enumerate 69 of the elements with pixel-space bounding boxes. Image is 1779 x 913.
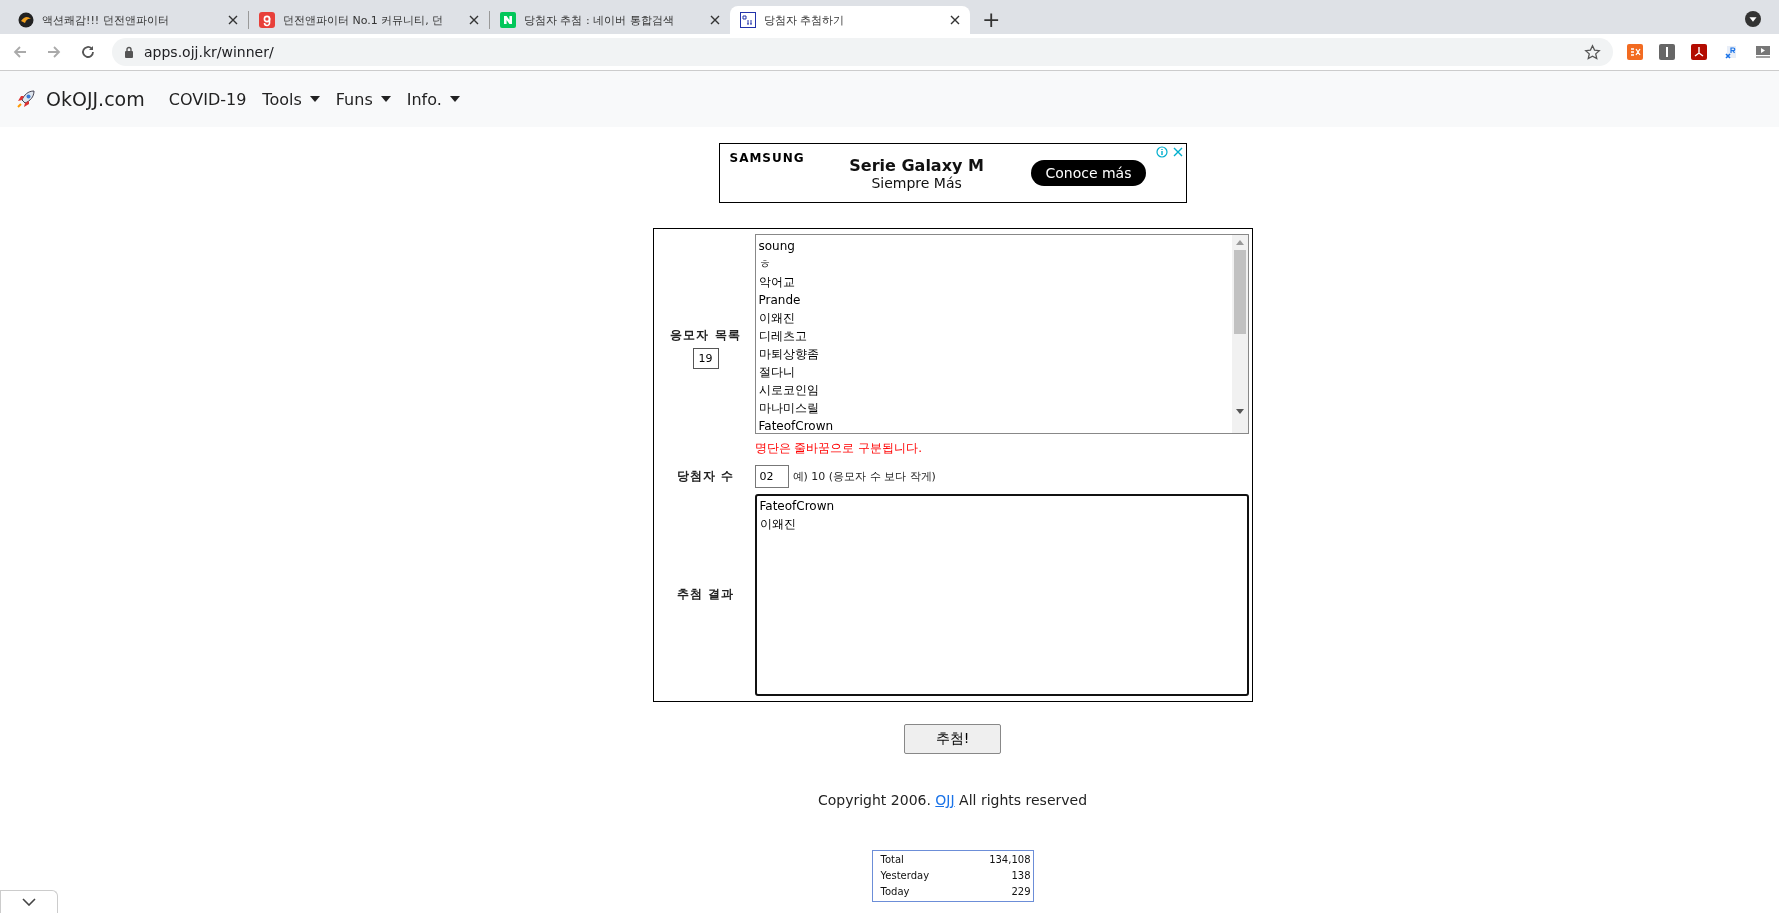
close-icon[interactable] <box>228 15 238 25</box>
pdf-icon[interactable] <box>1691 44 1707 60</box>
chevron-down-icon[interactable] <box>22 898 36 906</box>
nav-menu-item[interactable]: Funs <box>335 89 391 109</box>
list-entry: FateofCrown <box>758 418 835 433</box>
winners-count-field[interactable]: 02 <box>754 465 789 488</box>
ad-headline: Serie Galaxy M <box>849 155 984 175</box>
browser-tab[interactable]: 던전앤파이터 No.1 커뮤니티, 던 <box>249 6 489 34</box>
browser-tab[interactable]: 당첨자 추첨 : 네이버 통합검색 <box>490 6 730 34</box>
list-entry: 시로코인임 <box>758 382 820 399</box>
list-entry: soung <box>758 238 796 255</box>
copyright-text: All rights reserved <box>959 792 1088 808</box>
ad-cta-button[interactable]: Conoce más <box>1031 160 1146 186</box>
copyright-text: Copyright 2006. <box>817 792 931 808</box>
close-icon[interactable] <box>469 15 479 25</box>
stat-value: 134,108 <box>989 853 1031 867</box>
ad-subline: Siempre Más <box>871 174 962 191</box>
extension-icon[interactable] <box>1723 44 1739 60</box>
reload-icon[interactable] <box>80 44 96 60</box>
list-entry: 절다니 <box>758 364 796 381</box>
stat-label: Total <box>880 853 905 867</box>
url-text: apps.ojj.kr/winner/ <box>144 44 274 60</box>
field-label: 응모자 목록 <box>670 326 741 344</box>
list-entry: ㅎ <box>758 256 772 273</box>
list-entry: Prande <box>758 292 802 309</box>
hint-text: 명단은 줄바꿈으로 구분됩니다. <box>754 440 923 457</box>
ojj-link[interactable]: OJJ <box>935 792 955 808</box>
result-entry: 이왜진 <box>759 516 797 533</box>
nav-menu-item[interactable]: COVID-19 <box>168 89 247 109</box>
site-logo-text[interactable]: OkOJJ.com <box>46 88 145 110</box>
list-entry: 마나미스릴 <box>758 400 820 417</box>
stat-value: 229 <box>1010 885 1031 899</box>
ojj-logo-icon <box>740 12 756 28</box>
field-label: 당첨자 수 <box>676 468 735 485</box>
stat-label: Yesterday <box>880 869 931 883</box>
nav-menu-item[interactable]: Info. <box>406 89 460 109</box>
address-bar[interactable]: apps.ojj.kr/winner/ <box>112 38 1613 66</box>
caret-icon[interactable] <box>1745 11 1761 27</box>
lock-icon <box>124 46 134 58</box>
extension-icon[interactable] <box>1659 44 1675 60</box>
screen-icon[interactable] <box>1755 44 1771 60</box>
count-field[interactable]: 19 <box>692 347 719 369</box>
scroll-down-icon[interactable] <box>1235 409 1244 414</box>
new-tab-button[interactable]: + <box>970 6 1013 34</box>
result-textarea[interactable]: FateofCrown 이왜진 <box>754 494 1249 696</box>
nav-menu-item[interactable]: Tools <box>262 89 320 109</box>
close-icon[interactable] <box>710 15 720 25</box>
stat-value: 138 <box>1010 869 1031 883</box>
list-entry: 악어교 <box>758 274 796 291</box>
stat-label: Today <box>880 885 911 899</box>
example-text: 예) 10 (응모자 수 보다 작게) <box>792 469 936 484</box>
result-entry: FateofCrown <box>759 498 836 515</box>
letter-n-icon <box>500 12 516 28</box>
extension-icon[interactable] <box>1627 44 1643 60</box>
list-entry: 디레츠고 <box>758 328 808 345</box>
star-icon[interactable] <box>1584 43 1601 61</box>
close-icon[interactable] <box>950 15 960 25</box>
browser-tab[interactable]: 액션쾌감!!! 던전앤파이터 <box>8 6 248 34</box>
entrants-textarea[interactable]: soung ㅎ 악어교 Prande 이왜진 디레츠고 마퇴상향좀 절다니 시로코인임 마나미스릴 FateofCrown <box>754 234 1249 434</box>
site-logo-icon <box>259 12 275 28</box>
advertisement-banner[interactable]: SAMSUNG Serie Galaxy M Siempre Más Conoce más <box>718 143 1187 203</box>
list-entry: 이왜진 <box>758 310 796 327</box>
field-label: 추첨 결과 <box>676 585 735 603</box>
draw-button[interactable]: 추첨! <box>904 724 1001 754</box>
browser-tab[interactable]: 당첨자 추첨하기 <box>730 6 970 34</box>
list-entry: 마퇴상향좀 <box>758 346 820 363</box>
info-icon[interactable] <box>1155 146 1168 158</box>
scrollbar[interactable] <box>1231 235 1248 433</box>
ad-brand-text: SAMSUNG <box>729 151 806 165</box>
